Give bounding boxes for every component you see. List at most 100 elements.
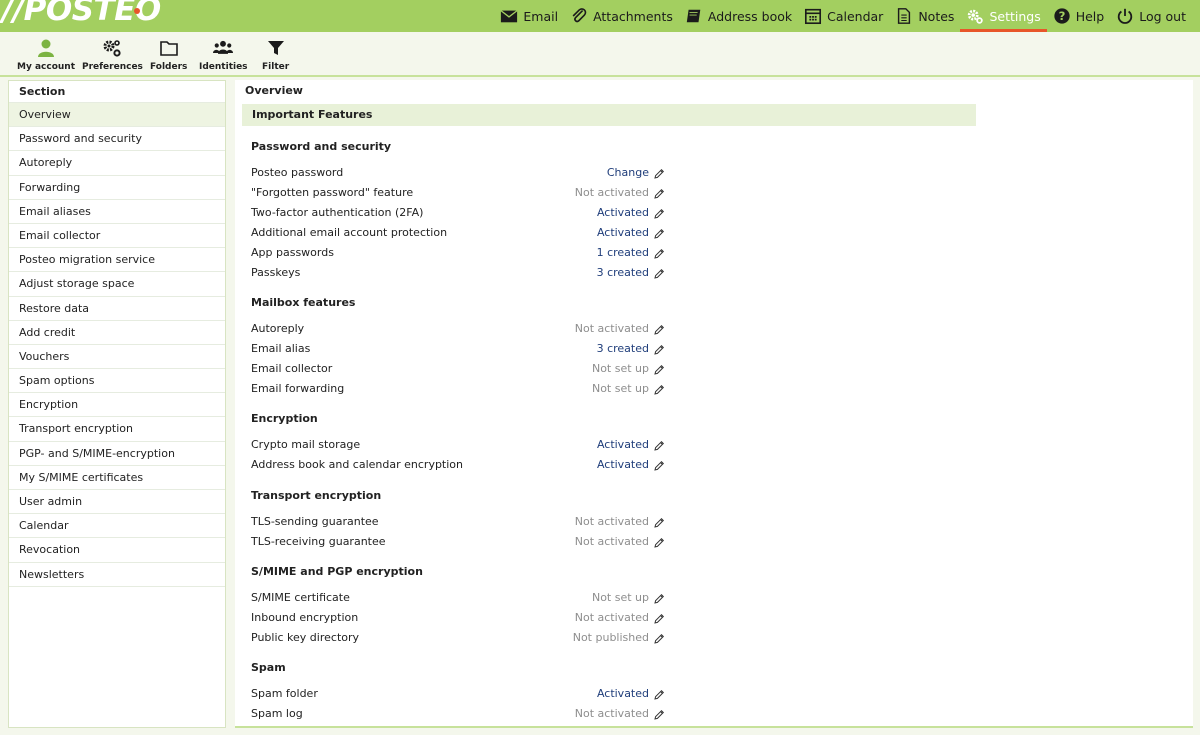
nav-address-book[interactable]: Address book — [679, 0, 798, 32]
sidebar-item[interactable]: PGP- and S/MIME-encryption — [9, 442, 225, 466]
edit-pencil-icon[interactable] — [653, 363, 665, 375]
sidebar-item[interactable]: Calendar — [9, 514, 225, 539]
nav-calendar[interactable]: Calendar — [798, 0, 889, 32]
edit-pencil-icon[interactable] — [653, 516, 665, 528]
edit-pencil-icon[interactable] — [653, 536, 665, 548]
sidebar-item[interactable]: Encryption — [9, 393, 225, 418]
tool-my-account[interactable]: My account — [17, 38, 75, 72]
sidebar-item[interactable]: User admin — [9, 490, 225, 515]
feature-status-link[interactable]: Activated — [597, 684, 649, 704]
feature-row: Email alias 3 created — [251, 339, 665, 359]
people-icon — [213, 40, 234, 54]
edit-pencil-icon[interactable] — [653, 632, 665, 644]
feature-status-link[interactable]: Not activated — [575, 608, 649, 628]
edit-pencil-icon[interactable] — [653, 187, 665, 199]
sidebar-item[interactable]: Newsletters — [9, 563, 225, 587]
feature-status-link[interactable]: Not set up — [592, 379, 649, 399]
feature-row: TLS-receiving guarantee Not activated — [251, 532, 665, 552]
sidebar-item[interactable]: Transport encryption — [9, 417, 225, 442]
tool-filter-label: Filter — [262, 62, 290, 72]
feature-label: Spam log — [251, 707, 303, 720]
tool-folders[interactable]: Folders — [150, 38, 187, 72]
edit-pencil-icon[interactable] — [653, 708, 665, 720]
sidebar-item[interactable]: Spam options — [9, 369, 225, 394]
feature-row: Additional email account protection Activ… — [251, 223, 665, 243]
sidebar-item[interactable]: Overview — [9, 103, 225, 128]
edit-pencil-icon[interactable] — [653, 592, 665, 604]
feature-status-link[interactable]: Not set up — [592, 359, 649, 379]
sidebar-item[interactable]: Revocation — [9, 538, 225, 563]
tool-preferences[interactable]: Preferences — [82, 38, 143, 72]
svg-text:?: ? — [1058, 9, 1065, 23]
nav-notes[interactable]: Notes — [889, 0, 960, 32]
group-title: S/MIME and PGP encryption — [251, 565, 423, 578]
sidebar-item[interactable]: Posteo migration service — [9, 248, 225, 273]
feature-status-link[interactable]: 3 created — [597, 339, 649, 359]
edit-pencil-icon[interactable] — [653, 688, 665, 700]
feature-label: Inbound encryption — [251, 611, 359, 624]
feature-status-link[interactable]: Not activated — [575, 512, 649, 532]
nav-address-book-label: Address book — [707, 8, 793, 24]
feature-status-link[interactable]: Not activated — [575, 532, 649, 552]
edit-pencil-icon[interactable] — [653, 383, 665, 395]
sidebar-item[interactable]: Email aliases — [9, 200, 225, 224]
sidebar-item[interactable]: Adjust storage space — [9, 272, 225, 297]
tool-filter[interactable]: Filter — [262, 38, 289, 72]
edit-pencil-icon[interactable] — [653, 247, 665, 259]
sidebar-item[interactable]: My S/MIME certificates — [9, 466, 225, 490]
tool-preferences-label: Preferences — [82, 62, 143, 72]
feature-status-link[interactable]: Activated — [597, 455, 649, 475]
nav-email-label: Email — [523, 8, 559, 24]
settings-toolbar: My account Preferences Folders Identitie… — [0, 32, 1200, 77]
nav-help[interactable]: ? Help — [1047, 0, 1111, 32]
edit-pencil-icon[interactable] — [653, 227, 665, 239]
edit-pencil-icon[interactable] — [653, 459, 665, 471]
feature-status-link[interactable]: 3 created — [597, 263, 649, 283]
feature-status-link[interactable]: Change — [607, 163, 649, 183]
feature-label: App passwords — [251, 246, 334, 259]
sidebar-item[interactable]: Add credit — [9, 321, 225, 345]
nav-logout[interactable]: Log out — [1110, 0, 1200, 32]
sidebar-item[interactable]: Forwarding — [9, 176, 225, 200]
nav-email[interactable]: Email — [494, 0, 564, 32]
nav-attachments[interactable]: Attachments — [564, 0, 679, 32]
feature-row: Public key directory Not published — [251, 628, 665, 648]
edit-pencil-icon[interactable] — [653, 612, 665, 624]
feature-status-link[interactable]: Not set up — [592, 588, 649, 608]
edit-pencil-icon[interactable] — [653, 267, 665, 279]
sidebar-item[interactable]: Autoreply — [9, 151, 225, 176]
edit-pencil-icon[interactable] — [653, 343, 665, 355]
feature-row: App passwords 1 created — [251, 243, 665, 263]
sidebar-item[interactable]: Restore data — [9, 297, 225, 321]
feature-status-link[interactable]: Not activated — [575, 704, 649, 724]
edit-pencil-icon[interactable] — [653, 207, 665, 219]
edit-pencil-icon[interactable] — [653, 323, 665, 335]
feature-status-link[interactable]: Not activated — [575, 319, 649, 339]
group-title: Password and security — [251, 140, 392, 153]
nav-settings[interactable]: Settings — [960, 0, 1048, 32]
user-icon — [38, 39, 54, 57]
feature-row: Two-factor authentication (2FA) Activated — [251, 203, 665, 223]
nav-logout-label: Log out — [1139, 8, 1186, 24]
sidebar-item[interactable]: Vouchers — [9, 345, 225, 370]
feature-status-link[interactable]: Not activated — [575, 183, 649, 203]
feature-label: TLS-receiving guarantee — [251, 535, 386, 548]
filter-icon — [267, 41, 284, 55]
edit-pencil-icon[interactable] — [653, 439, 665, 451]
sidebar-heading: Section — [9, 81, 225, 103]
top-nav: Email Attachments Address book Calendar … — [494, 0, 1200, 32]
feature-status-link[interactable]: Activated — [597, 203, 649, 223]
feature-row: "Forgotten password" feature Not activate… — [251, 183, 665, 203]
sidebar-item[interactable]: Password and security — [9, 127, 225, 152]
sidebar-item[interactable]: Email collector — [9, 224, 225, 249]
nav-calendar-label: Calendar — [827, 8, 884, 24]
edit-pencil-icon[interactable] — [653, 167, 665, 179]
feature-status-link[interactable]: Not published — [573, 628, 649, 648]
feature-status-link[interactable]: Activated — [597, 223, 649, 243]
posteo-logo[interactable]: //POSTEO — [2, 0, 161, 28]
feature-status-link[interactable]: 1 created — [597, 243, 649, 263]
overview-panel: Overview Important Features Password and… — [235, 80, 1193, 728]
tool-identities-label: Identities — [199, 62, 248, 72]
feature-status-link[interactable]: Activated — [597, 435, 649, 455]
tool-identities[interactable]: Identities — [199, 38, 248, 72]
